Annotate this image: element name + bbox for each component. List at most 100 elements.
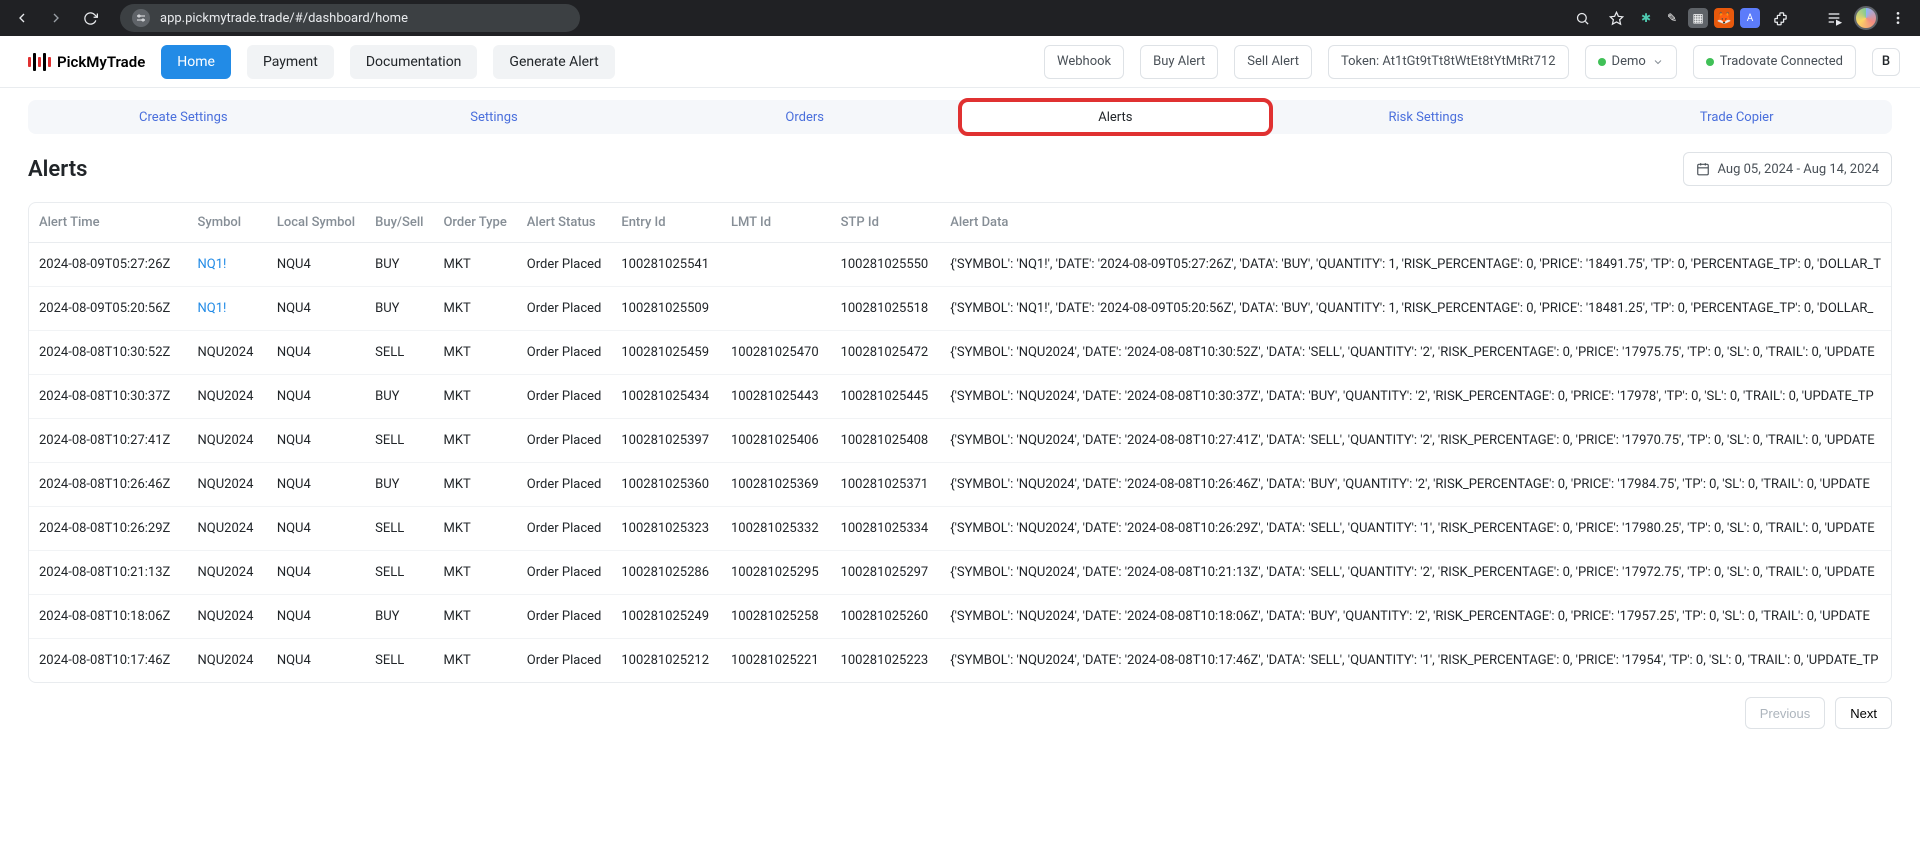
- table-cell: 2024-08-09T05:27:26Z: [29, 243, 188, 287]
- extensions-icon[interactable]: [1766, 4, 1794, 32]
- table-row[interactable]: 2024-08-08T10:18:06ZNQU2024NQU4BUYMKTOrd…: [29, 595, 1891, 639]
- table-cell: 100281025443: [721, 375, 831, 419]
- table-cell: 100281025221: [721, 639, 831, 683]
- extension-icon[interactable]: ▦: [1688, 8, 1708, 28]
- connection-status[interactable]: Tradovate Connected: [1693, 45, 1856, 79]
- table-cell: 2024-08-09T05:20:56Z: [29, 287, 188, 331]
- table-cell: MKT: [433, 551, 516, 595]
- table-cell: 2024-08-08T10:21:13Z: [29, 551, 188, 595]
- table-cell: BUY: [365, 375, 433, 419]
- table-cell: BUY: [365, 287, 433, 331]
- table-row[interactable]: 2024-08-08T10:26:46ZNQU2024NQU4BUYMKTOrd…: [29, 463, 1891, 507]
- table-cell: {'SYMBOL': 'NQ1!', 'DATE': '2024-08-09T0…: [940, 287, 1891, 331]
- nav-generate-alert[interactable]: Generate Alert: [493, 45, 614, 79]
- table-cell: NQ1!: [188, 243, 267, 287]
- table-cell: 2024-08-08T10:18:06Z: [29, 595, 188, 639]
- table-cell: Order Placed: [517, 551, 612, 595]
- table-cell: {'SYMBOL': 'NQU2024', 'DATE': '2024-08-0…: [940, 463, 1891, 507]
- bookmark-icon[interactable]: [1602, 4, 1630, 32]
- tab-create-settings[interactable]: Create Settings: [28, 100, 339, 134]
- extension-icon[interactable]: ✎: [1662, 8, 1682, 28]
- table-row[interactable]: 2024-08-08T10:17:46ZNQU2024NQU4SELLMKTOr…: [29, 639, 1891, 683]
- table-cell: Order Placed: [517, 595, 612, 639]
- nav-home[interactable]: Home: [161, 45, 231, 79]
- extension-icon[interactable]: 🦊: [1714, 8, 1734, 28]
- col-alert-data[interactable]: Alert Data: [940, 203, 1891, 243]
- table-cell: 100281025332: [721, 507, 831, 551]
- col-entry-id[interactable]: Entry Id: [611, 203, 721, 243]
- table-row[interactable]: 2024-08-08T10:30:52ZNQU2024NQU4SELLMKTOr…: [29, 331, 1891, 375]
- table-cell: NQ1!: [188, 287, 267, 331]
- table-row[interactable]: 2024-08-08T10:21:13ZNQU2024NQU4SELLMKTOr…: [29, 551, 1891, 595]
- col-symbol[interactable]: Symbol: [188, 203, 267, 243]
- table-row[interactable]: 2024-08-09T05:27:26ZNQ1!NQU4BUYMKTOrder …: [29, 243, 1891, 287]
- table-cell: NQU2024: [188, 375, 267, 419]
- tab-risk-settings[interactable]: Risk Settings: [1271, 100, 1582, 134]
- table-cell: NQU2024: [188, 507, 267, 551]
- tab-alerts[interactable]: Alerts: [960, 100, 1271, 134]
- token-display[interactable]: Token: At1tGt9tTt8tWtEt8tYtMtRt712: [1328, 45, 1569, 79]
- col-buy-sell[interactable]: Buy/Sell: [365, 203, 433, 243]
- tab-settings[interactable]: Settings: [339, 100, 650, 134]
- media-icon[interactable]: [1820, 4, 1848, 32]
- zoom-icon[interactable]: [1568, 4, 1596, 32]
- nav-documentation[interactable]: Documentation: [350, 45, 478, 79]
- table-row[interactable]: 2024-08-08T10:27:41ZNQU2024NQU4SELLMKTOr…: [29, 419, 1891, 463]
- table-cell: MKT: [433, 463, 516, 507]
- table-cell: MKT: [433, 243, 516, 287]
- logo[interactable]: PickMyTrade: [28, 51, 145, 73]
- extension-icon[interactable]: A: [1740, 8, 1760, 28]
- prev-button[interactable]: Previous: [1745, 697, 1826, 729]
- address-bar[interactable]: app.pickmytrade.trade/#/dashboard/home: [120, 4, 580, 32]
- table-cell: 2024-08-08T10:27:41Z: [29, 419, 188, 463]
- table-row[interactable]: 2024-08-08T10:30:37ZNQU2024NQU4BUYMKTOrd…: [29, 375, 1891, 419]
- col-stp-id[interactable]: STP Id: [831, 203, 941, 243]
- nav-payment[interactable]: Payment: [247, 45, 334, 79]
- table-cell: NQU4: [267, 507, 365, 551]
- profile-avatar[interactable]: [1854, 6, 1878, 30]
- table-row[interactable]: 2024-08-08T10:26:29ZNQU2024NQU4SELLMKTOr…: [29, 507, 1891, 551]
- sell-alert-button[interactable]: Sell Alert: [1234, 45, 1312, 79]
- forward-icon[interactable]: [42, 4, 70, 32]
- connection-label: Tradovate Connected: [1720, 54, 1843, 69]
- user-menu[interactable]: B: [1872, 48, 1900, 76]
- date-range-picker[interactable]: Aug 05, 2024 - Aug 14, 2024: [1683, 152, 1892, 186]
- next-button[interactable]: Next: [1835, 697, 1892, 729]
- extension-icon[interactable]: ✱: [1636, 8, 1656, 28]
- table-row[interactable]: 2024-08-09T05:20:56ZNQ1!NQU4BUYMKTOrder …: [29, 287, 1891, 331]
- table-cell: NQU4: [267, 639, 365, 683]
- col-lmt-id[interactable]: LMT Id: [721, 203, 831, 243]
- table-cell: NQU2024: [188, 463, 267, 507]
- table-cell: SELL: [365, 507, 433, 551]
- back-icon[interactable]: [8, 4, 36, 32]
- table-cell: NQU4: [267, 287, 365, 331]
- reload-icon[interactable]: [76, 4, 104, 32]
- table-cell: Order Placed: [517, 419, 612, 463]
- table-cell: MKT: [433, 419, 516, 463]
- col-order-type[interactable]: Order Type: [433, 203, 516, 243]
- buy-alert-button[interactable]: Buy Alert: [1140, 45, 1218, 79]
- table-cell: SELL: [365, 551, 433, 595]
- table-cell: 2024-08-08T10:30:37Z: [29, 375, 188, 419]
- table-cell: 100281025371: [831, 463, 941, 507]
- table-cell: 100281025360: [611, 463, 721, 507]
- col-alert-time[interactable]: Alert Time: [29, 203, 188, 243]
- alerts-table: Alert Time Symbol Local Symbol Buy/Sell …: [28, 202, 1892, 683]
- tab-trade-copier[interactable]: Trade Copier: [1581, 100, 1892, 134]
- table-cell: 100281025286: [611, 551, 721, 595]
- table-cell: MKT: [433, 507, 516, 551]
- table-cell: 100281025459: [611, 331, 721, 375]
- col-local-symbol[interactable]: Local Symbol: [267, 203, 365, 243]
- webhook-button[interactable]: Webhook: [1044, 45, 1124, 79]
- col-alert-status[interactable]: Alert Status: [517, 203, 612, 243]
- table-cell: 100281025550: [831, 243, 941, 287]
- table-cell: 100281025249: [611, 595, 721, 639]
- table-cell: 100281025445: [831, 375, 941, 419]
- env-dropdown[interactable]: Demo: [1585, 45, 1677, 79]
- table-cell: NQU2024: [188, 639, 267, 683]
- tab-orders[interactable]: Orders: [649, 100, 960, 134]
- date-range-text: Aug 05, 2024 - Aug 14, 2024: [1718, 162, 1879, 177]
- menu-icon[interactable]: [1884, 4, 1912, 32]
- table-cell: NQU2024: [188, 551, 267, 595]
- site-settings-icon[interactable]: [132, 9, 150, 27]
